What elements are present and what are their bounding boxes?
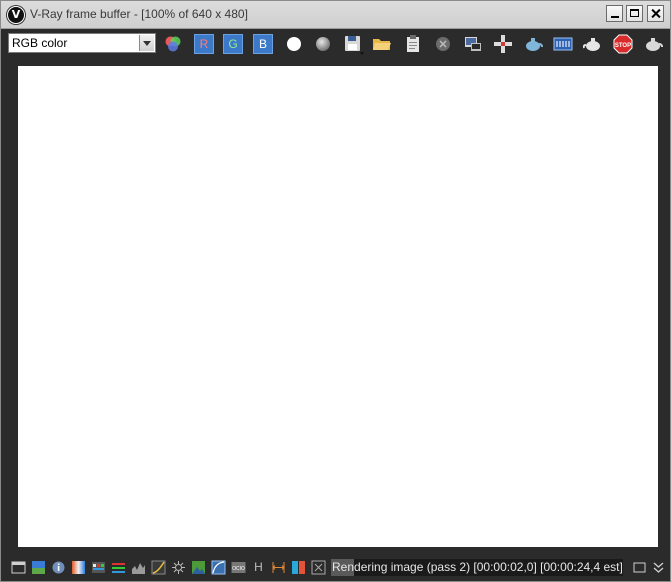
- vray-logo-glyph: V: [11, 8, 21, 21]
- lut-icon[interactable]: [91, 560, 106, 575]
- stop-label: STOP: [615, 43, 631, 49]
- blue-channel-button[interactable]: B: [253, 34, 273, 54]
- color-channels-icon[interactable]: [163, 34, 183, 54]
- red-channel-button[interactable]: R: [194, 34, 214, 54]
- track-mouse-icon[interactable]: [493, 34, 513, 54]
- background-icon[interactable]: [191, 560, 206, 575]
- render-viewport[interactable]: [18, 66, 658, 547]
- ocio-label: OCIO: [232, 566, 245, 572]
- mono-mode-icon[interactable]: [313, 34, 333, 54]
- vfb-toolbar: RGB color R G B STOP: [1, 29, 670, 59]
- vfb-window: V V-Ray frame buffer - [100% of 640 x 48…: [0, 0, 671, 582]
- render-status-text: Rendering image (pass 2) [00:00:02,0] [0…: [332, 560, 623, 574]
- curve-icon[interactable]: [151, 560, 166, 575]
- pixel-aspect-icon[interactable]: [311, 560, 326, 575]
- vray-logo-icon[interactable]: V: [7, 6, 25, 24]
- ab-compare-icon[interactable]: [291, 560, 306, 575]
- gradient-icon[interactable]: [71, 560, 86, 575]
- exposure-icon[interactable]: [171, 560, 186, 575]
- levels-icon[interactable]: [111, 560, 126, 575]
- render-status: Rendering image (pass 2) [00:00:02,0] [0…: [331, 559, 623, 576]
- channel-dropdown-value: RGB color: [12, 36, 68, 50]
- render-last-icon[interactable]: [523, 34, 543, 54]
- info-icon[interactable]: [51, 560, 66, 575]
- region-render-icon[interactable]: [582, 34, 603, 54]
- status-bar: OCIO H Rendering image (pass 2) [00:00:0…: [1, 556, 670, 581]
- chevron-down-icon[interactable]: [139, 35, 154, 51]
- ocio-icon[interactable]: OCIO: [231, 560, 246, 575]
- toggle-panel-icon[interactable]: [11, 560, 26, 575]
- render-icon[interactable]: [643, 34, 663, 54]
- lens-effects-icon[interactable]: [553, 34, 573, 54]
- save-image-icon[interactable]: [343, 34, 364, 55]
- clear-icon[interactable]: [433, 34, 453, 54]
- load-image-icon[interactable]: [372, 34, 392, 54]
- clear-image-icon[interactable]: [403, 34, 423, 54]
- maximize-button[interactable]: [626, 5, 643, 22]
- alpha-channel-icon[interactable]: [284, 34, 304, 54]
- srgb-icon[interactable]: [211, 560, 226, 575]
- color-correction-icon[interactable]: [31, 560, 46, 575]
- chevron-double-down-icon[interactable]: [651, 560, 666, 575]
- compare-icon[interactable]: [271, 560, 286, 575]
- histogram-icon[interactable]: [131, 560, 146, 575]
- green-channel-button[interactable]: G: [223, 34, 243, 54]
- duplicate-to-max-vfb-icon[interactable]: [463, 34, 483, 54]
- close-button[interactable]: [647, 5, 664, 22]
- h-icon[interactable]: H: [251, 560, 266, 575]
- title-bar[interactable]: V V-Ray frame buffer - [100% of 640 x 48…: [1, 1, 670, 29]
- channel-dropdown[interactable]: RGB color: [8, 33, 156, 53]
- stop-render-icon[interactable]: STOP: [613, 34, 633, 54]
- toggle-history-icon[interactable]: [632, 560, 647, 575]
- minimize-button[interactable]: [606, 5, 623, 22]
- window-title: V-Ray frame buffer - [100% of 640 x 480]: [30, 7, 248, 21]
